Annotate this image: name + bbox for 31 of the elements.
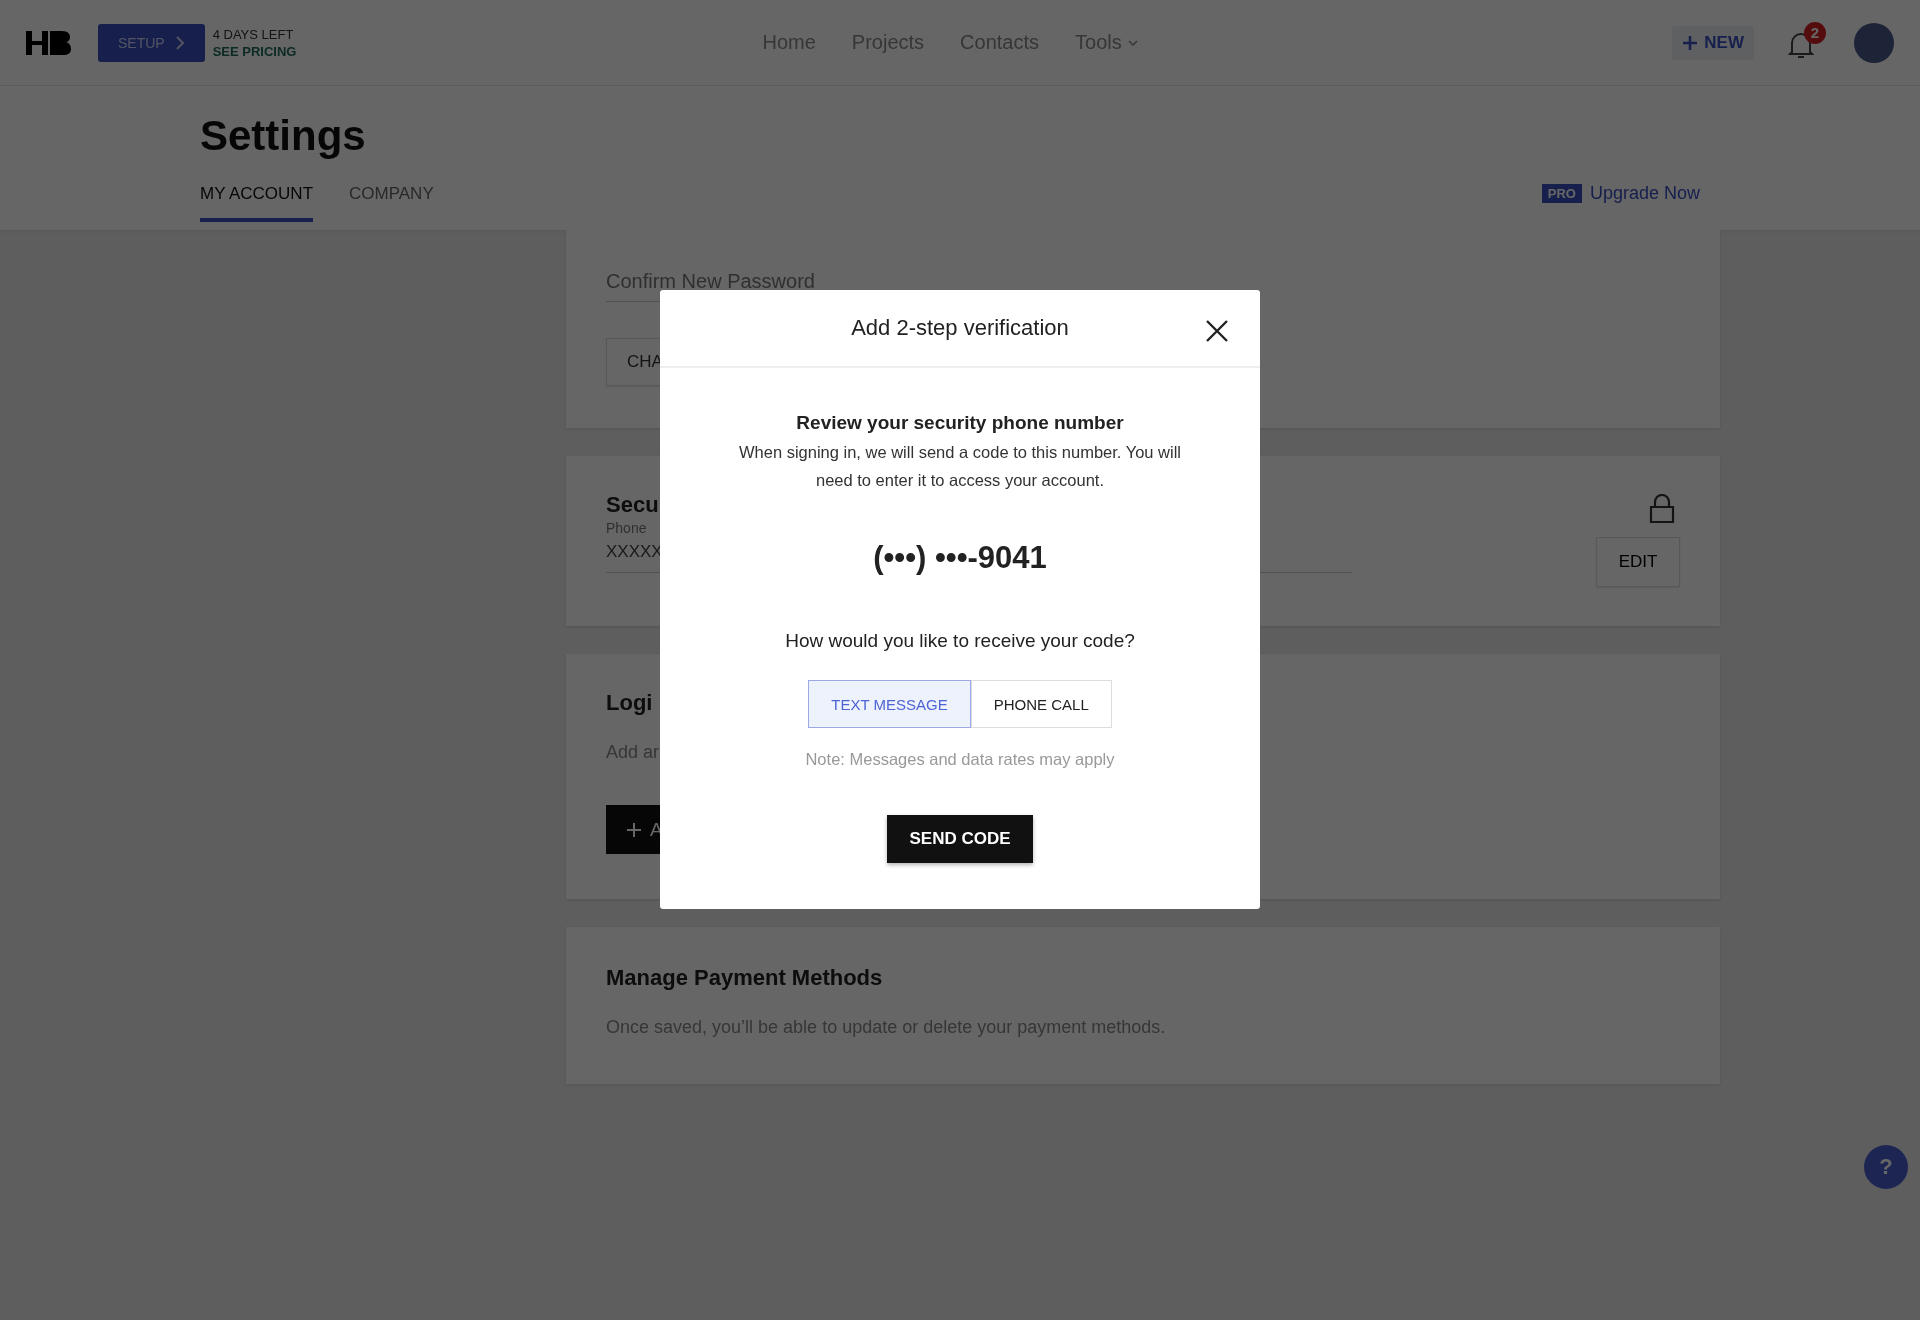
page-title: Settings: [200, 112, 367, 160]
dialog-heading: Review your security phone number: [796, 412, 1124, 434]
rates-note: Note: Messages and data rates may apply: [805, 750, 1115, 769]
delivery-option[interactable]: PHONE CALL: [970, 680, 1112, 728]
dialog-title: Add 2-step verification: [851, 315, 1069, 341]
card-title: Logi: [606, 690, 653, 716]
edit-button[interactable]: EDIT: [1596, 537, 1680, 587]
upgrade-link[interactable]: Upgrade Now: [1589, 183, 1700, 204]
send-code-button[interactable]: SEND CODE: [887, 815, 1033, 863]
caret-icon: [1127, 39, 1138, 46]
card-title: Manage Payment Methods: [606, 965, 883, 991]
phone-number: (•••) •••-9041: [873, 540, 1047, 576]
dialog-description: When signing in, we will send a code to this number. You will need to enter it to access your account.: [737, 442, 1183, 491]
help-button[interactable]: ?: [1864, 1145, 1908, 1189]
settings-tab[interactable]: MY ACCOUNT: [200, 176, 314, 222]
see-pricing-link[interactable]: SEE PRICING: [212, 42, 297, 60]
plus-icon: [626, 821, 642, 838]
new-button[interactable]: NEW: [1672, 25, 1754, 60]
days-left-text: 4 DAYS LEFT: [212, 25, 295, 43]
chevron-icon: [174, 35, 185, 50]
avatar[interactable]: [1854, 22, 1894, 63]
close-icon[interactable]: [1204, 318, 1230, 344]
delivery-option[interactable]: TEXT MESSAGE: [808, 680, 971, 728]
lock-icon: [1649, 494, 1675, 524]
settings-tab[interactable]: COMPANY: [349, 176, 434, 222]
notification-badge: 2: [1804, 21, 1826, 44]
logo-icon: [26, 28, 72, 57]
card-title: Secu: [606, 492, 659, 518]
pro-badge: PRO: [1541, 184, 1582, 203]
delivery-question: How would you like to receive your code?: [785, 630, 1135, 652]
plus-icon: [1682, 34, 1699, 51]
